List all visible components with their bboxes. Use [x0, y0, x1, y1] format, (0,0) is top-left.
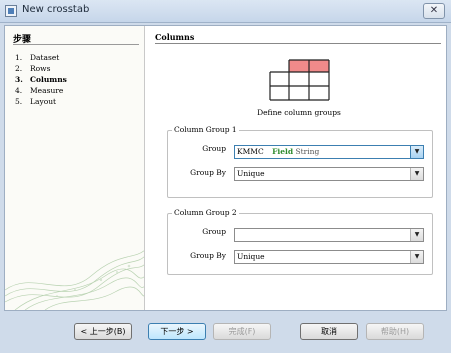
finish-button[interactable]: 完成(F) [213, 323, 271, 340]
wizard-content: 步骤 1. Dataset 2. Rows 3. Columns 4. Measure … [4, 25, 447, 311]
decorative-swirl-graphic [5, 250, 144, 310]
window-title: New crosstab [22, 4, 90, 15]
field-kind: String [295, 147, 320, 156]
group-label: Group [202, 227, 226, 236]
group-2-group-by-select[interactable]: Unique ▼ [234, 250, 424, 264]
step-number: 2. [15, 64, 23, 73]
group-by-label: Group By [190, 251, 226, 260]
steps-panel: 步骤 1. Dataset 2. Rows 3. Columns 4. Measure … [5, 26, 145, 310]
dropdown-arrow-icon[interactable]: ▼ [410, 146, 423, 158]
step-number: 4. [15, 86, 23, 95]
group-by-label: Group By [190, 168, 226, 177]
dialog-body: 步骤 1. Dataset 2. Rows 3. Columns 4. Measure … [0, 23, 451, 353]
column-group-2-legend: Column Group 2 [172, 208, 239, 217]
section-divider [155, 43, 441, 44]
dropdown-arrow-icon[interactable]: ▼ [410, 229, 423, 241]
steps-divider [13, 44, 139, 45]
group-by-value: Unique [237, 169, 265, 178]
columns-panel: Columns Define column groups Column Grou… [153, 26, 445, 310]
define-column-groups-text: Define column groups [257, 108, 341, 117]
group-label: Group [202, 144, 226, 153]
column-group-1: Column Group 1 Group KMMC Field String ▼… [167, 125, 433, 198]
step-item-columns: 3. Columns [15, 75, 67, 84]
dropdown-arrow-icon[interactable]: ▼ [410, 168, 423, 180]
group-2-field-select[interactable]: ▼ [234, 228, 424, 242]
field-name: KMMC [237, 147, 264, 156]
cancel-button[interactable]: 取消 [300, 323, 358, 340]
step-item-measure: 4. Measure [15, 86, 63, 95]
step-number: 1. [15, 53, 23, 62]
step-label: Measure [30, 86, 64, 95]
step-label: Rows [30, 64, 51, 73]
step-label: Layout [30, 97, 57, 106]
column-group-2: Column Group 2 Group ▼ Group By Unique ▼ [167, 208, 433, 275]
step-item-dataset: 1. Dataset [15, 53, 59, 62]
field-type: Field [272, 147, 294, 156]
step-number: 5. [15, 97, 23, 106]
group-1-field-select[interactable]: KMMC Field String ▼ [234, 145, 424, 159]
section-title: Columns [155, 32, 195, 42]
back-button[interactable]: < 上一步(B) [74, 323, 132, 340]
group-by-value: Unique [237, 252, 265, 261]
step-label: Columns [30, 75, 67, 84]
group-1-group-by-select[interactable]: Unique ▼ [234, 167, 424, 181]
step-number: 3. [15, 75, 23, 84]
column-groups-grid-icon [269, 59, 330, 101]
column-group-1-legend: Column Group 1 [172, 125, 239, 134]
dropdown-arrow-icon[interactable]: ▼ [410, 251, 423, 263]
next-button[interactable]: 下一步 > [148, 323, 206, 340]
app-icon [5, 5, 17, 17]
window-titlebar: New crosstab ✕ [0, 0, 451, 23]
help-button[interactable]: 帮助(H) [366, 323, 424, 340]
step-item-rows: 2. Rows [15, 64, 50, 73]
step-label: Dataset [30, 53, 60, 62]
close-button[interactable]: ✕ [423, 3, 445, 19]
step-item-layout: 5. Layout [15, 97, 56, 106]
